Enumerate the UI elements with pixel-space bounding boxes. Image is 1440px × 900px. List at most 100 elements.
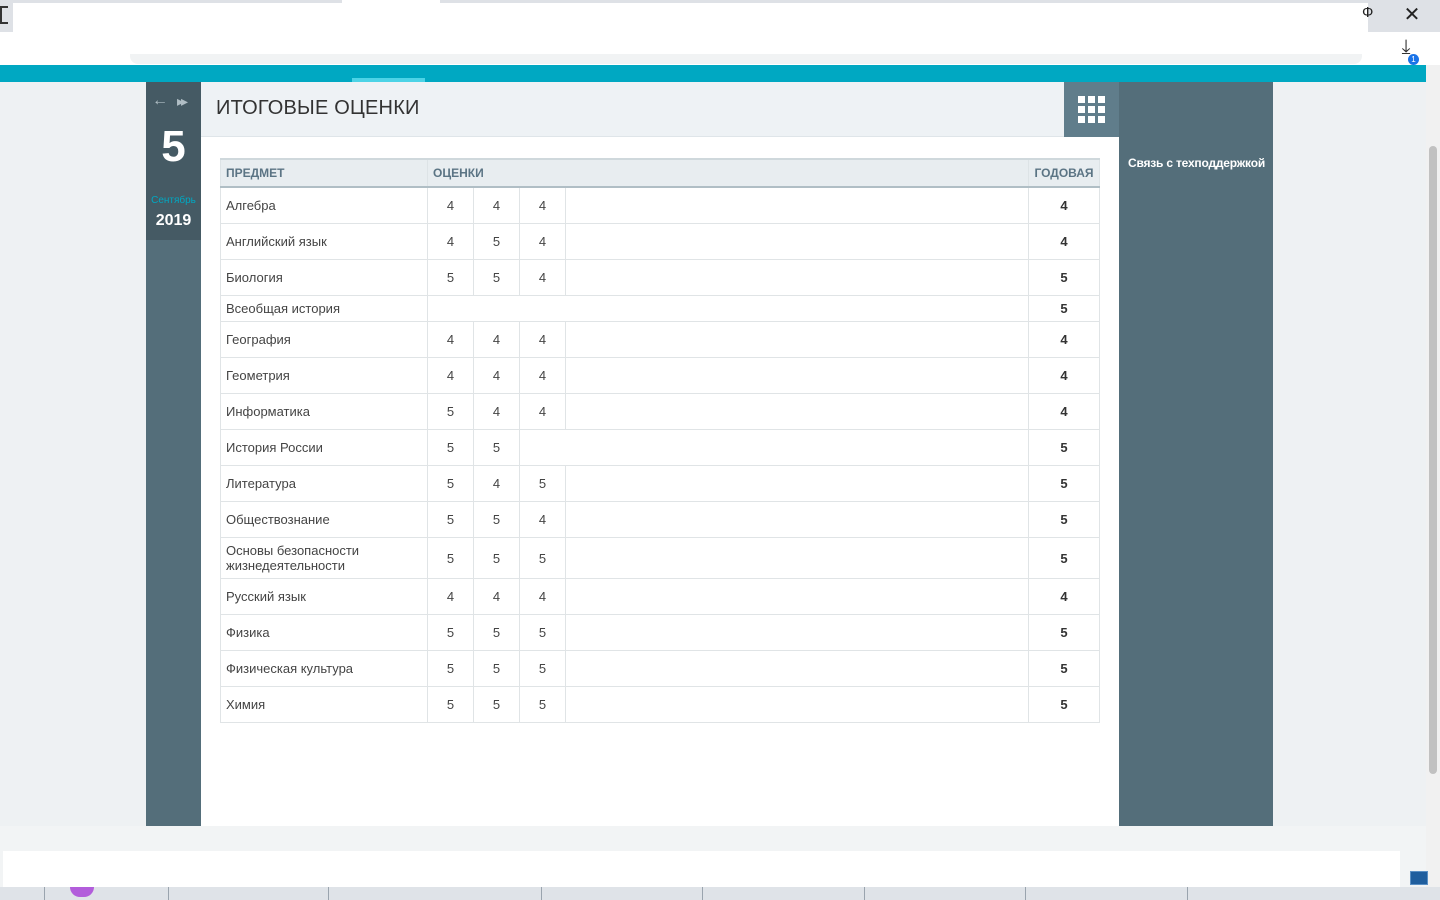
- subject-name: Физика: [226, 625, 270, 640]
- window-minimize-icon[interactable]: Ф: [1362, 4, 1373, 21]
- grade-mark[interactable]: 5: [520, 687, 566, 722]
- grade-mark[interactable]: 4: [520, 502, 566, 537]
- grade-mark[interactable]: 4: [474, 322, 520, 357]
- date-month: Сентябрь: [151, 195, 196, 206]
- apps-menu-button[interactable]: [1064, 82, 1119, 137]
- grade-mark[interactable]: 5: [474, 615, 520, 650]
- marks-cell: 555: [427, 537, 1029, 579]
- subject-cell: Всеобщая история: [220, 295, 428, 322]
- grade-mark[interactable]: 5: [474, 687, 520, 722]
- marks-cell: 55: [427, 429, 1029, 466]
- grade-mark[interactable]: 4: [428, 322, 474, 357]
- marks-list: 55: [428, 430, 1028, 465]
- subject-name: Русский язык: [226, 589, 306, 604]
- arrow-left-icon[interactable]: ←: [152, 92, 168, 110]
- grade-mark[interactable]: 5: [428, 615, 474, 650]
- taskbar-divider: [44, 887, 45, 900]
- grade-mark[interactable]: 5: [428, 651, 474, 686]
- grade-mark[interactable]: 4: [474, 394, 520, 429]
- grade-mark[interactable]: 4: [474, 358, 520, 393]
- marks-cell: 554: [427, 259, 1029, 296]
- marks-list: 454: [428, 224, 1028, 259]
- year-grade-cell: 5: [1028, 501, 1100, 538]
- marks-list: 444: [428, 322, 1028, 357]
- grade-mark[interactable]: 5: [428, 538, 474, 578]
- grade-mark[interactable]: 4: [474, 188, 520, 223]
- grade-mark[interactable]: 4: [520, 260, 566, 295]
- year-grade-cell: 5: [1028, 650, 1100, 687]
- grade-mark[interactable]: 4: [520, 358, 566, 393]
- year-grade-cell: 5: [1028, 429, 1100, 466]
- date-year: 2019: [155, 212, 192, 229]
- fast-forward-icon[interactable]: ▸▸: [177, 93, 188, 110]
- marks-list: 555: [428, 615, 1028, 650]
- grade-mark[interactable]: 4: [520, 394, 566, 429]
- year-grade-cell: 5: [1028, 686, 1100, 723]
- grade-mark[interactable]: 4: [428, 358, 474, 393]
- table-row: Всеобщая история 5: [220, 295, 1100, 322]
- grade-mark[interactable]: 5: [474, 430, 520, 465]
- subject-cell: Информатика: [220, 393, 428, 430]
- table-row: Геометрия 4 4 4 4: [220, 357, 1100, 394]
- taskbar-divider: [168, 887, 169, 900]
- grade-mark[interactable]: 5: [474, 224, 520, 259]
- grade-mark[interactable]: 5: [474, 260, 520, 295]
- subject-name: Биология: [226, 270, 283, 285]
- subject-cell: Физика: [220, 614, 428, 651]
- grade-mark[interactable]: 5: [474, 502, 520, 537]
- download-count-badge: 1: [1408, 54, 1419, 65]
- taskbar-tray-icon[interactable]: [1410, 871, 1428, 885]
- subject-cell: Основы безопасности жизнедеятельности: [220, 537, 428, 579]
- grade-mark[interactable]: 4: [428, 224, 474, 259]
- marks-list: 555: [428, 687, 1028, 722]
- marks-list: 545: [428, 466, 1028, 501]
- grade-mark[interactable]: 4: [520, 224, 566, 259]
- subject-name: Всеобщая история: [226, 301, 340, 316]
- marks-list: 555: [428, 538, 1028, 578]
- grade-mark[interactable]: 4: [474, 466, 520, 501]
- marks-cell: 555: [427, 686, 1029, 723]
- table-row: Обществознание 5 5 4 5: [220, 501, 1100, 538]
- marks-cell: 555: [427, 614, 1029, 651]
- table-row: Химия 5 5 5 5: [220, 686, 1100, 723]
- grade-mark[interactable]: 4: [520, 188, 566, 223]
- grade-mark[interactable]: 5: [474, 651, 520, 686]
- grade-mark[interactable]: 5: [520, 466, 566, 501]
- subject-cell: География: [220, 321, 428, 358]
- grade-mark[interactable]: 5: [428, 687, 474, 722]
- grade-mark[interactable]: 5: [428, 430, 474, 465]
- grade-mark[interactable]: 5: [428, 466, 474, 501]
- grade-mark[interactable]: 4: [520, 322, 566, 357]
- grade-mark[interactable]: 4: [474, 579, 520, 614]
- subject-cell: Геометрия: [220, 357, 428, 394]
- browser-tab-left-edge: [0, 6, 8, 24]
- subject-name: Обществознание: [226, 512, 330, 527]
- taskbar-divider: [864, 887, 865, 900]
- subject-cell: История России: [220, 429, 428, 466]
- table-row: География 4 4 4 4: [220, 321, 1100, 358]
- year-grade-cell: 4: [1028, 186, 1100, 224]
- column-header-subject[interactable]: ПРЕДМЕТ: [220, 158, 428, 188]
- marks-cell: 454: [427, 223, 1029, 260]
- grade-mark[interactable]: 5: [428, 394, 474, 429]
- column-header-marks[interactable]: ОЦЕНКИ: [427, 158, 1029, 188]
- address-bar[interactable]: [130, 54, 1362, 64]
- grade-mark[interactable]: 4: [520, 579, 566, 614]
- grade-mark[interactable]: 4: [428, 579, 474, 614]
- grade-mark[interactable]: 5: [474, 538, 520, 578]
- grade-mark[interactable]: 5: [520, 615, 566, 650]
- grade-mark[interactable]: 5: [520, 538, 566, 578]
- scrollbar-thumb[interactable]: [1429, 146, 1437, 774]
- column-header-year[interactable]: ГОДОВАЯ: [1028, 158, 1100, 188]
- grade-mark[interactable]: 5: [428, 502, 474, 537]
- subject-cell: Обществознание: [220, 501, 428, 538]
- grade-mark[interactable]: 5: [520, 651, 566, 686]
- window-close-button[interactable]: ✕: [1400, 2, 1424, 28]
- year-grade-cell: 5: [1028, 614, 1100, 651]
- marks-cell: [427, 295, 1029, 322]
- grade-mark[interactable]: 5: [428, 260, 474, 295]
- table-row: Физическая культура 5 5 5 5: [220, 650, 1100, 687]
- subject-cell: Физическая культура: [220, 650, 428, 687]
- support-link[interactable]: Связь с техподдержкой: [1128, 156, 1265, 170]
- grade-mark[interactable]: 4: [428, 188, 474, 223]
